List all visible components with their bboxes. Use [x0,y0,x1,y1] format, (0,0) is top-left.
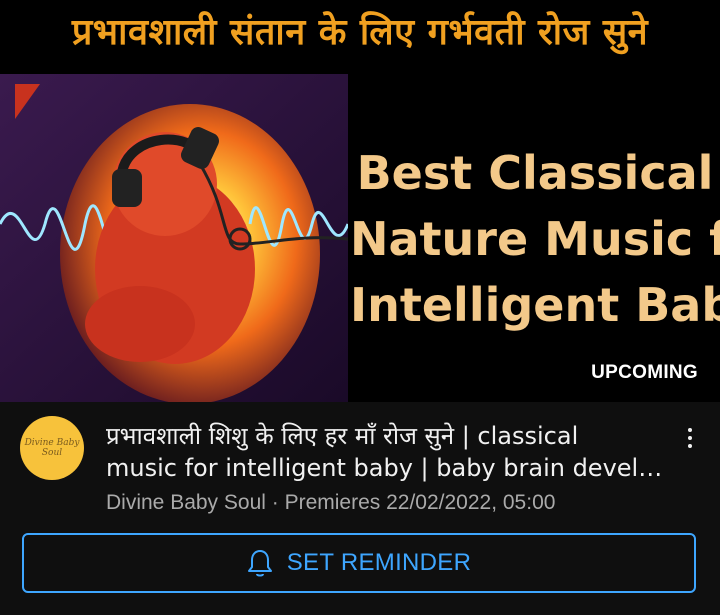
thumbnail-artwork [0,74,348,402]
vertical-ellipsis-icon[interactable] [676,420,704,456]
video-thumbnail[interactable]: प्रभावशाली संतान के लिए गर्भवती रोज सुने [0,0,720,402]
thumbnail-english-line: Best Classical [356,146,714,200]
upcoming-badge: UPCOMING [591,362,698,383]
video-info: Divine Baby Soul प्रभावशाली शिशु के लिए … [0,402,720,615]
channel-avatar[interactable]: Divine Baby Soul [20,416,84,480]
thumbnail-english-text: Best Classical Nature Music for Intellig… [350,140,720,338]
video-title[interactable]: प्रभावशाली शिशु के लिए हर माँ रोज सुने |… [106,420,666,484]
avatar-text: Divine Baby Soul [24,438,80,458]
video-title-line: प्रभावशाली शिशु के लिए हर माँ रोज सुने |… [106,422,579,450]
thumbnail-english-line: Intelligent Baby [350,278,720,332]
thumbnail-hindi-title: प्रभावशाली संतान के लिए गर्भवती रोज सुने [71,12,649,53]
thumbnail-english-line: Nature Music for [350,212,720,266]
bell-icon [247,550,272,577]
set-reminder-button[interactable]: SET REMINDER [22,533,696,593]
video-title-line: music for intelligent baby | baby brain … [106,454,663,482]
video-meta: Divine Baby Soul · Premieres 22/02/2022,… [106,491,556,514]
set-reminder-label: SET REMINDER [286,549,472,576]
